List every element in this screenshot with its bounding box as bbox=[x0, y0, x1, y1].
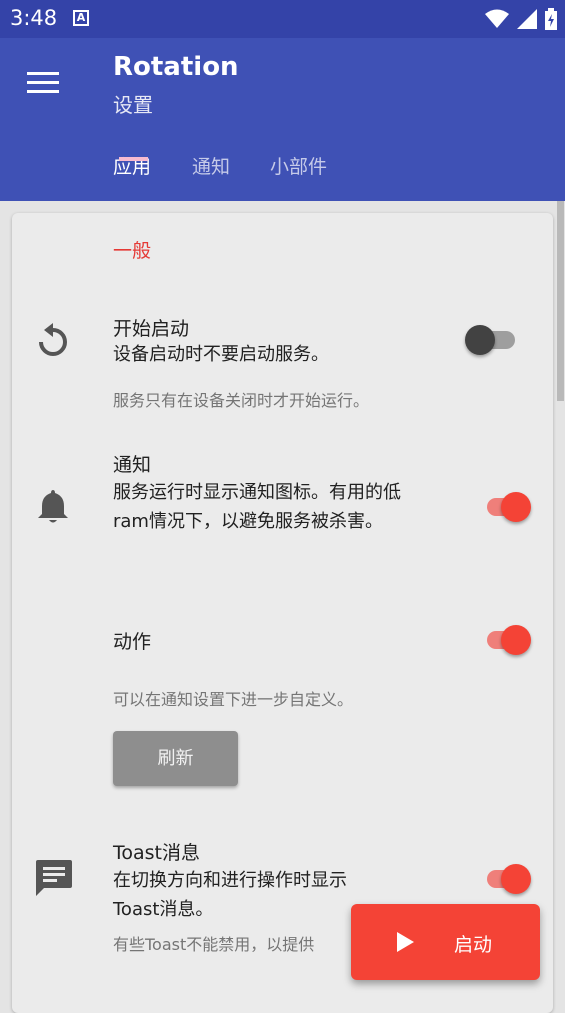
start-on-boot-switch[interactable] bbox=[465, 322, 521, 356]
status-time: 3:48 bbox=[10, 6, 58, 30]
tab-indicator bbox=[119, 157, 148, 161]
start-on-boot-description: 设备启动时不要启动服务。 bbox=[113, 344, 329, 365]
tab-widget[interactable]: 小部件 bbox=[270, 152, 327, 179]
wifi-icon bbox=[485, 9, 509, 28]
menu-button[interactable] bbox=[24, 66, 62, 96]
status-bar: 3:48 A bbox=[0, 0, 565, 38]
toast-description: 在切换方向和进行操作时显示Toast消息。 bbox=[113, 870, 347, 920]
app-bar: Rotation 设置 应用 通知 小部件 bbox=[0, 38, 565, 201]
start-service-label: 启动 bbox=[454, 934, 493, 956]
toast-hint: 有些Toast不能禁用，以提供 bbox=[113, 935, 315, 954]
battery-charging-icon bbox=[545, 8, 557, 30]
start-service-button[interactable]: 启动 bbox=[351, 904, 540, 980]
bell-icon bbox=[38, 490, 68, 523]
app-title: Rotation bbox=[113, 52, 239, 82]
toast-title: Toast消息 bbox=[113, 842, 200, 864]
status-icons bbox=[485, 8, 557, 30]
tab-bar: 应用 通知 小部件 bbox=[0, 148, 565, 201]
message-icon bbox=[36, 860, 72, 896]
app-subtitle: 设置 bbox=[113, 93, 153, 117]
start-on-boot-hint: 服务只有在设备关闭时才开始运行。 bbox=[113, 391, 370, 410]
notification-description: 服务运行时显示通知图标。有用的低ram情况下，以避免服务被杀害。 bbox=[113, 482, 401, 532]
accessibility-notification-icon: A bbox=[73, 10, 89, 26]
refresh-button[interactable]: 刷新 bbox=[113, 731, 238, 786]
start-on-boot-title: 开始启动 bbox=[113, 318, 190, 340]
menu-icon bbox=[27, 72, 59, 75]
actions-title: 动作 bbox=[113, 631, 152, 653]
signal-icon bbox=[517, 9, 537, 29]
play-icon bbox=[397, 932, 414, 952]
toast-switch[interactable] bbox=[475, 861, 531, 895]
notification-title: 通知 bbox=[113, 454, 152, 476]
actions-switch[interactable] bbox=[475, 622, 531, 656]
section-title-general: 一般 bbox=[113, 240, 152, 262]
actions-hint: 可以在通知设置下进一步自定义。 bbox=[113, 690, 354, 709]
restart-icon bbox=[39, 323, 67, 356]
scrollbar[interactable] bbox=[557, 201, 564, 401]
tab-notification[interactable]: 通知 bbox=[192, 152, 230, 179]
notification-switch[interactable] bbox=[475, 489, 531, 523]
